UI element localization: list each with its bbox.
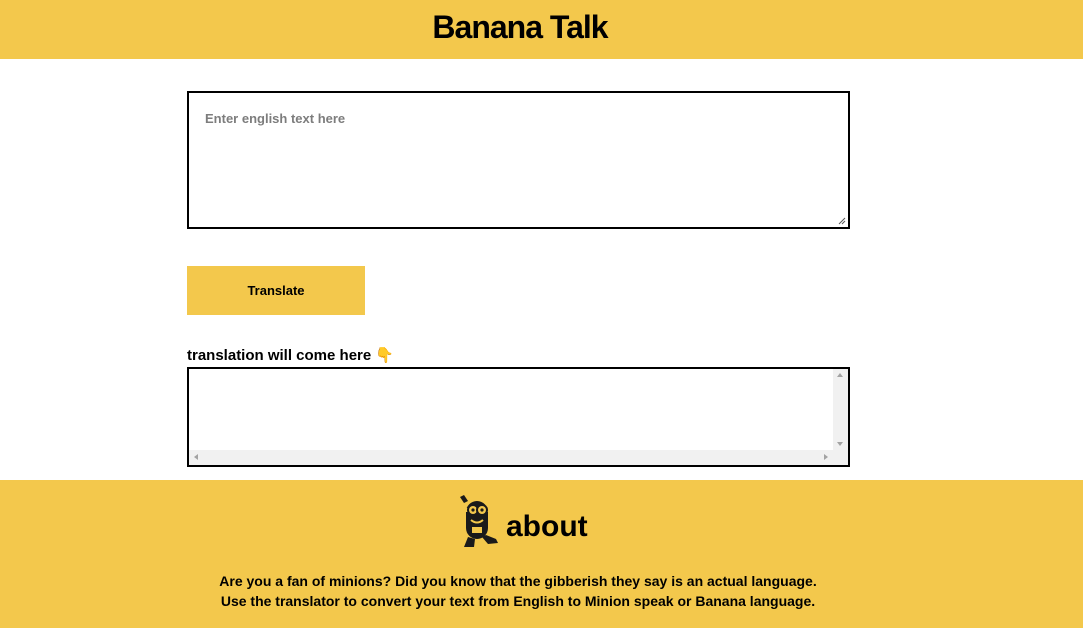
english-text-input[interactable] [189,93,848,227]
scroll-down-icon[interactable] [837,442,843,446]
scroll-left-icon[interactable] [194,454,198,460]
output-label: translation will come here 👇 [187,347,395,364]
translation-output [187,367,850,467]
resize-handle-icon[interactable] [838,217,846,225]
scroll-up-icon[interactable] [837,373,843,377]
app-title: Banana Talk [432,9,608,45]
english-text-input-container [187,91,850,229]
about-description: Are you a fan of minions? Did you know t… [219,573,817,609]
about-title: about [506,510,588,543]
scroll-right-icon[interactable] [824,454,828,460]
minion-icon [460,495,498,547]
app-header: Banana Talk [0,0,1083,59]
horizontal-scrollbar[interactable] [189,450,833,465]
vertical-scrollbar[interactable] [833,369,848,450]
scrollbar-corner [833,450,848,465]
translate-button[interactable]: Translate [187,266,365,315]
